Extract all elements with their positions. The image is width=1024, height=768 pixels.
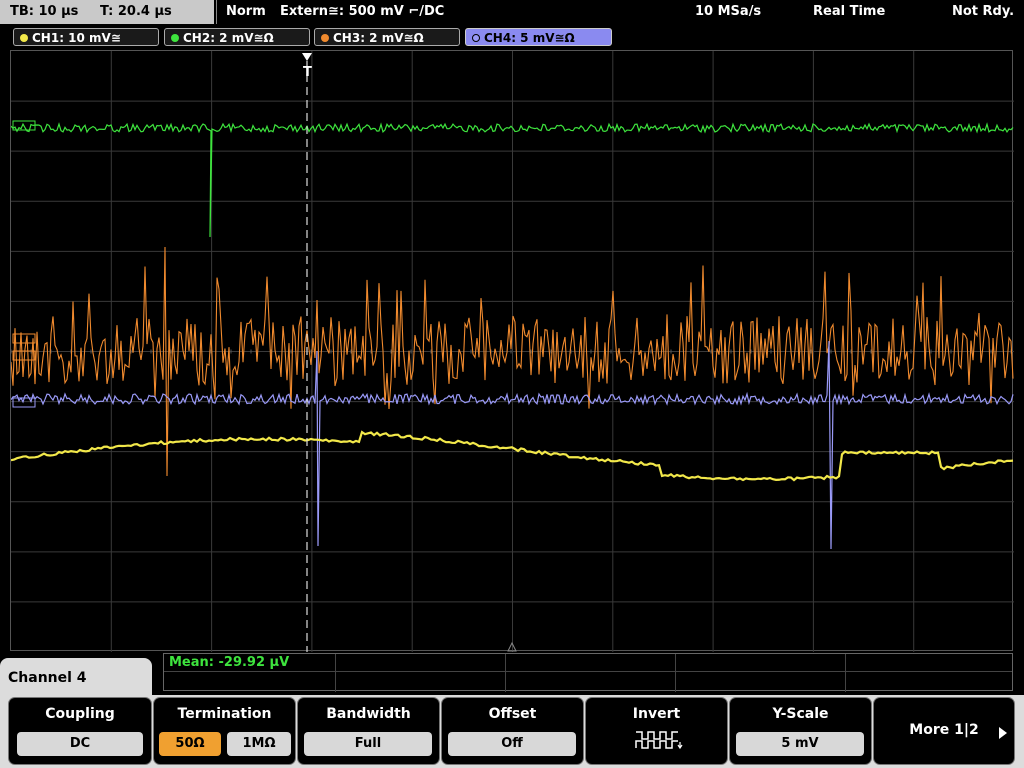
ch3-level-marker (12, 333, 36, 344)
trigger-mode[interactable]: Norm (226, 0, 266, 24)
yscale-value[interactable]: 5 mV (736, 732, 864, 756)
ch2-color-dot (171, 34, 179, 42)
termination-softkey[interactable]: Termination 50Ω 1MΩ (153, 697, 296, 765)
coupling-softkey[interactable]: Coupling DC (8, 697, 152, 765)
offset-value[interactable]: Off (448, 732, 576, 756)
bandwidth-softkey[interactable]: Bandwidth Full (297, 697, 440, 765)
status-bar: TB: 10 µs T: 20.4 µs Norm Extern≅: 500 m… (0, 0, 1024, 26)
invert-square-wave-icon (635, 731, 683, 750)
invert-softkey[interactable]: Invert (585, 697, 728, 765)
invert-title: Invert (632, 706, 681, 722)
menu-title: Channel 4 (0, 658, 152, 698)
offset-title: Offset (488, 706, 537, 722)
softkey-bar: Coupling DC Termination 50Ω 1MΩ Bandwidt… (0, 695, 1024, 768)
offset-softkey[interactable]: Offset Off (441, 697, 584, 765)
channel-chip-ch3[interactable]: CH3: 2 mV≅Ω (314, 28, 460, 46)
trigger-arrow-icon (302, 53, 312, 61)
timebase-readout: TB: 10 µs (10, 4, 79, 19)
coupling-value[interactable]: DC (17, 732, 143, 756)
more-softkey[interactable]: More 1|2 (873, 697, 1015, 765)
run-state: Not Rdy. (952, 4, 1015, 19)
trigger-marker[interactable]: T (303, 65, 312, 80)
channel-chip-ch1[interactable]: CH1: 10 mV≅ (13, 28, 159, 46)
coupling-title: Coupling (45, 706, 115, 722)
channel-chip-ch4[interactable]: CH4: 5 mV≅Ω (465, 28, 612, 46)
mean-measurement: Mean: -29.92 µV (169, 655, 290, 670)
grid (11, 51, 1014, 652)
ch4-color-dot (472, 34, 480, 42)
more-label: More 1|2 (909, 722, 979, 738)
yscale-title: Y-Scale (772, 706, 829, 722)
trigger-source[interactable]: Extern≅: 500 mV ⌐/DC (280, 0, 444, 24)
termination-50ohm[interactable]: 50Ω (159, 732, 221, 756)
ch3-color-dot (321, 34, 329, 42)
waveform-display[interactable]: T (10, 50, 1014, 652)
timebase-box[interactable]: TB: 10 µs T: 20.4 µs (0, 0, 214, 24)
measurement-panel: Mean: -29.92 µV (163, 653, 1013, 692)
markers (12, 53, 517, 652)
sample-rate: 10 MSa/s (695, 4, 762, 19)
bandwidth-title: Bandwidth (326, 706, 411, 722)
ch1-color-dot (20, 34, 28, 42)
waveform-canvas (11, 51, 1014, 652)
bandwidth-value[interactable]: Full (304, 732, 432, 756)
termination-1mohm[interactable]: 1MΩ (227, 732, 291, 756)
yscale-softkey[interactable]: Y-Scale 5 mV (729, 697, 872, 765)
trigger-time-readout: T: 20.4 µs (100, 4, 172, 19)
termination-title: Termination (177, 706, 272, 722)
acquisition-mode: Real Time (813, 4, 886, 19)
play-arrow-icon (999, 727, 1007, 739)
channel-chip-ch2[interactable]: CH2: 2 mV≅Ω (164, 28, 310, 46)
